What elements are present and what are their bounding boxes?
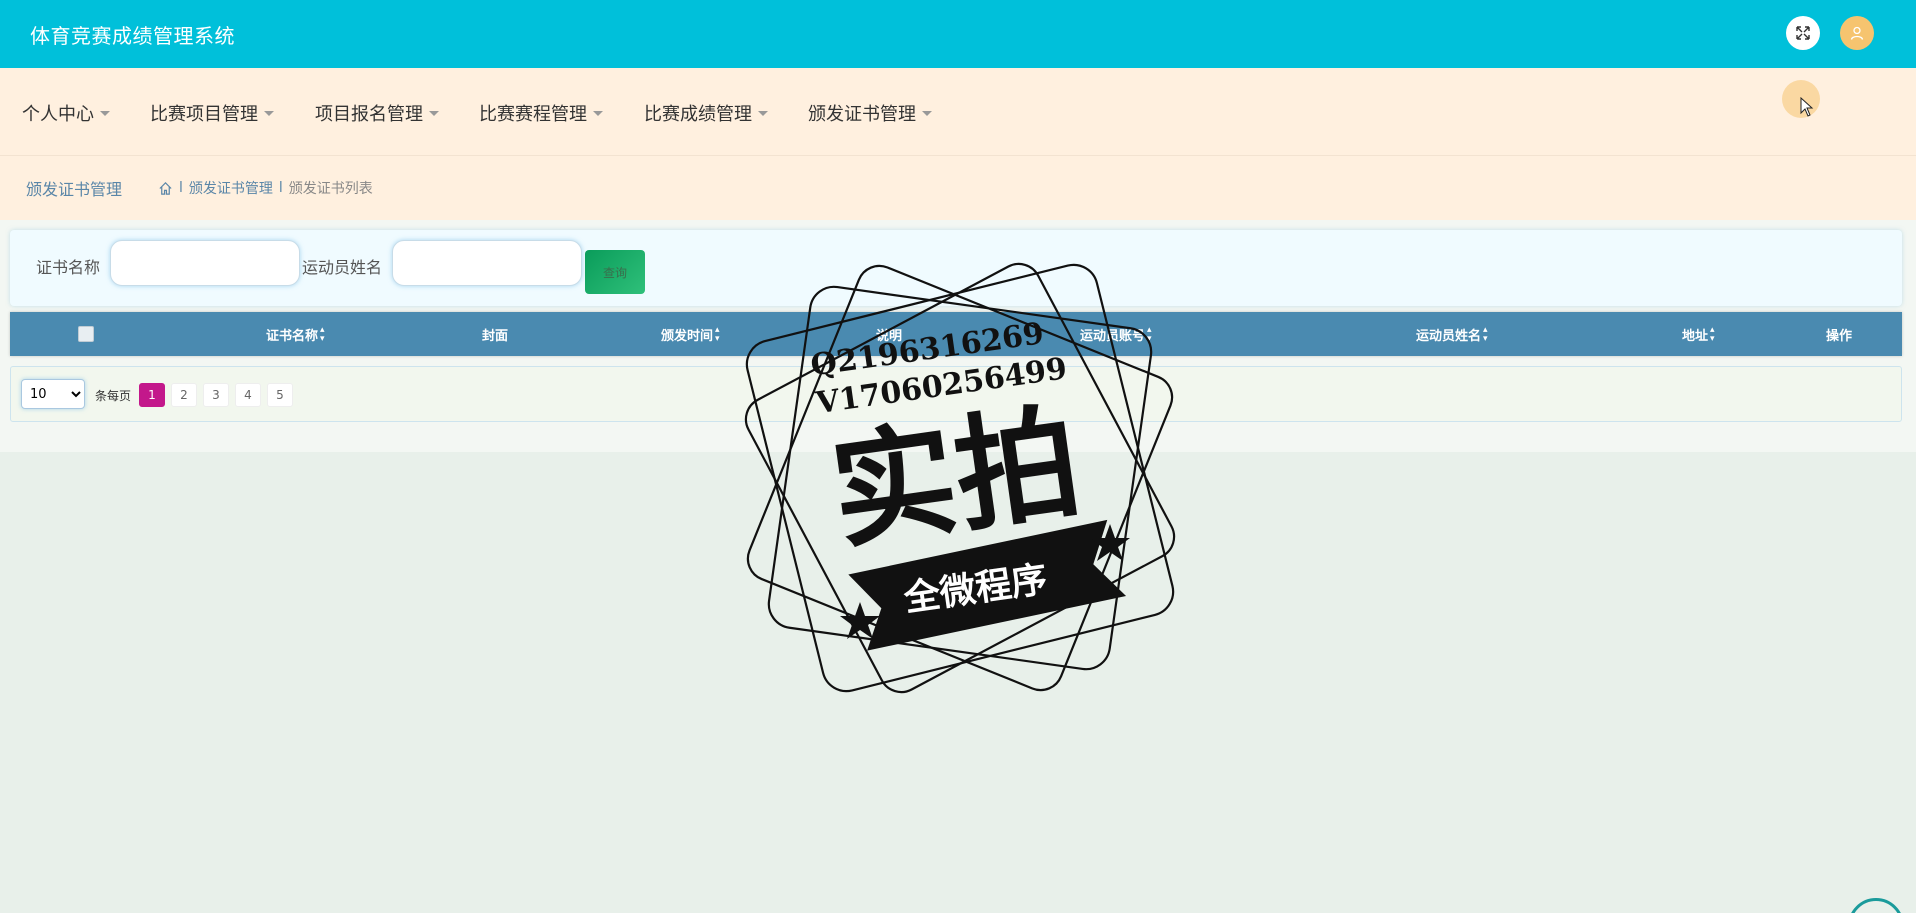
watermark-stamp: Q2196316269 V17060256499 实拍 全微程序 [744,262,1176,694]
main-navbar: 个人中心 比赛项目管理 项目报名管理 比赛赛程管理 比赛成绩管理 颁发证书管理 [0,68,1916,156]
caret-down-icon [593,110,603,116]
fullscreen-button[interactable] [1786,16,1820,50]
app-title: 体育竞赛成绩管理系统 [30,24,235,48]
nav-item-competition-results[interactable]: 比赛成绩管理 [644,100,768,126]
page-button-2[interactable]: 2 [171,383,197,407]
select-all-checkbox[interactable] [78,326,94,342]
column-issue-time[interactable]: 颁发时间 ▴ ▾ [661,325,720,344]
nav-item-competition-events[interactable]: 比赛项目管理 [150,100,274,126]
caret-down-icon [264,110,274,116]
column-address[interactable]: 地址 ▴ ▾ [1682,325,1715,344]
caret-down-icon [758,110,768,116]
user-icon [1850,26,1864,40]
column-cert-name[interactable]: 证书名称 ▴ ▾ [266,325,325,344]
per-page-label: 条每页 [95,389,132,403]
column-athlete-name[interactable]: 运动员姓名 ▴ ▾ [1416,325,1488,344]
breadcrumb-separator: l [179,180,183,196]
page-button-5[interactable]: 5 [267,383,293,407]
floating-action-button[interactable] [1848,898,1904,913]
nav-item-certificate-management[interactable]: 颁发证书管理 [808,100,932,126]
breadcrumb-level1[interactable]: 颁发证书管理 [189,178,273,198]
caret-down-icon [429,110,439,116]
page-size-select[interactable]: 10 [21,379,85,409]
breadcrumb-bar: 颁发证书管理 l 颁发证书管理 l 颁发证书列表 [0,156,1916,220]
user-avatar-button[interactable] [1840,16,1874,50]
cert-name-input[interactable] [110,240,300,286]
breadcrumb-level2: 颁发证书列表 [288,181,373,197]
sort-icon[interactable]: ▴ ▾ [715,325,720,344]
nav-item-personal-center[interactable]: 个人中心 [22,100,110,126]
sort-icon[interactable]: ▴ ▾ [320,325,325,344]
column-cover: 封面 [482,329,509,344]
cert-name-label: 证书名称 [36,258,101,277]
page-button-4[interactable]: 4 [235,383,261,407]
page-button-1[interactable]: 1 [139,383,165,407]
expand-icon [1796,26,1810,40]
caret-down-icon [100,110,110,116]
top-bar: 体育竞赛成绩管理系统 [0,0,1916,68]
breadcrumb: l 颁发证书管理 l 颁发证书列表 [158,178,373,198]
home-icon[interactable] [158,181,173,196]
athlete-name-input[interactable] [392,240,582,286]
breadcrumb-separator: l [278,180,283,196]
nav-item-event-registration[interactable]: 项目报名管理 [315,100,439,126]
nav-item-competition-schedule[interactable]: 比赛赛程管理 [479,100,603,126]
page-title: 颁发证书管理 [26,180,123,199]
sort-icon[interactable]: ▴ ▾ [1483,325,1488,344]
sort-icon[interactable]: ▴ ▾ [1710,325,1715,344]
mouse-pointer-icon [1800,97,1814,117]
caret-down-icon [922,110,932,116]
column-actions: 操作 [1826,329,1853,344]
page-button-3[interactable]: 3 [203,383,229,407]
athlete-name-label: 运动员姓名 [302,258,383,277]
search-button[interactable]: 查询 [585,250,645,294]
